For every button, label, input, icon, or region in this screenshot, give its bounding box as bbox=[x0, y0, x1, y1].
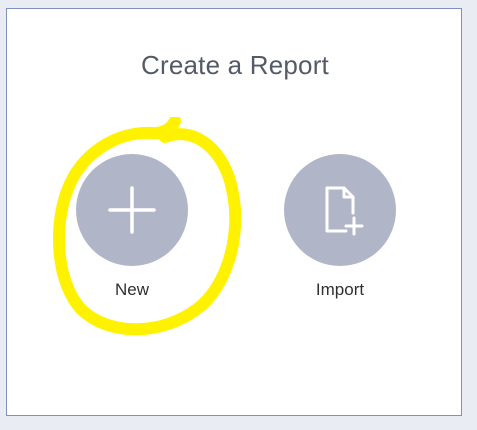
file-add-icon bbox=[325, 186, 364, 236]
plus-icon bbox=[108, 186, 156, 234]
new-report-option[interactable]: New bbox=[62, 154, 202, 300]
page-title: Create a Report bbox=[141, 50, 329, 80]
create-report-panel: Create a Report New Import bbox=[6, 8, 462, 416]
new-report-label[interactable]: New bbox=[62, 280, 202, 300]
import-report-label[interactable]: Import bbox=[270, 280, 410, 300]
import-report-button[interactable] bbox=[284, 154, 396, 266]
new-report-button[interactable] bbox=[76, 154, 188, 266]
import-report-option[interactable]: Import bbox=[270, 154, 410, 300]
